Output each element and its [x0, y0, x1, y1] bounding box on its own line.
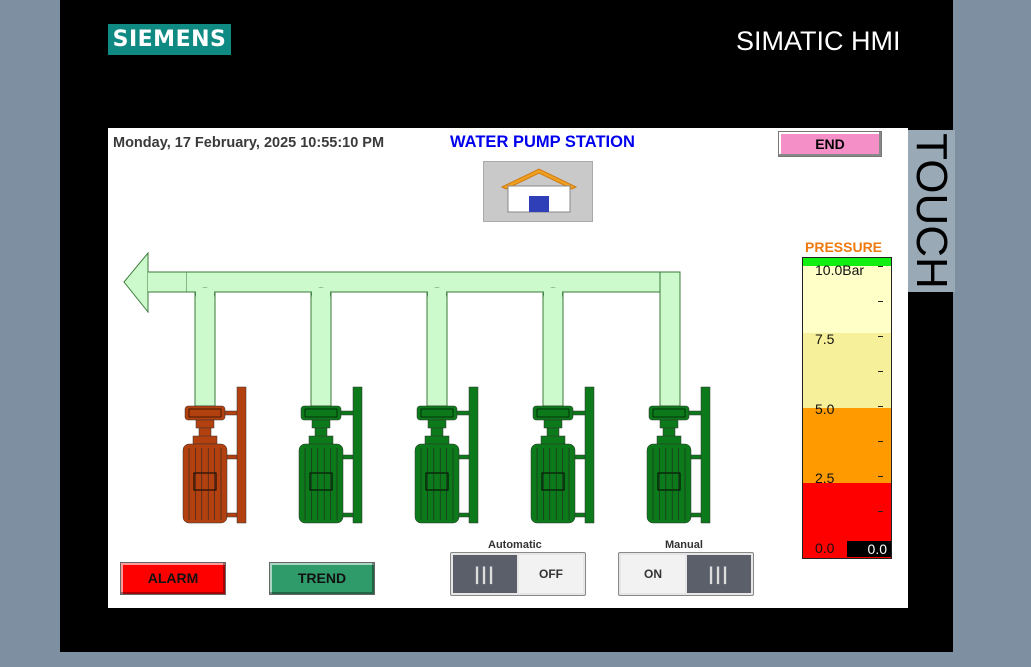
gauge-scale-label: 5.0	[815, 401, 835, 417]
gauge-tick	[878, 336, 883, 337]
pressure-value: 0.0	[847, 541, 891, 557]
pressure-label: PRESSURE	[805, 239, 883, 255]
pump-5	[646, 386, 711, 524]
manual-state: ON	[621, 555, 685, 593]
gauge-scale-label: 2.5	[815, 470, 835, 486]
toggle-knob-icon: |||	[453, 555, 517, 593]
pressure-gauge: 10.0Bar 7.5 5.0 2.5 0.0 0.0	[802, 257, 892, 559]
gauge-tick	[878, 441, 883, 442]
header-pipe	[169, 271, 681, 293]
home-icon	[500, 168, 578, 213]
home-button[interactable]	[483, 161, 593, 222]
flow-arrow-icon	[123, 251, 149, 314]
siemens-logo: SIEMENS	[108, 24, 231, 55]
end-button[interactable]: END	[778, 131, 882, 157]
riser-pipes	[194, 287, 564, 407]
gauge-scale-label: 0.0	[815, 540, 835, 556]
touch-side-label: TOUCH	[907, 130, 956, 292]
gauge-scale-label: 10.0Bar	[815, 262, 865, 278]
gauge-tick	[878, 511, 883, 512]
pump-1	[182, 386, 247, 524]
manual-caption: Manual	[665, 539, 703, 551]
alarm-button[interactable]: ALARM	[120, 562, 226, 595]
hmi-screen: Monday, 17 February, 2025 10:55:10 PM WA…	[108, 128, 908, 608]
page-title: WATER PUMP STATION	[450, 133, 635, 151]
gauge-scale-label: 7.5	[815, 331, 835, 347]
manual-toggle[interactable]: ON |||	[618, 552, 754, 596]
gauge-tick	[878, 266, 883, 267]
automatic-toggle[interactable]: ||| OFF	[450, 552, 586, 596]
gauge-tick	[878, 406, 883, 407]
pump-3	[414, 386, 479, 524]
hmi-model-label: SIMATIC HMI	[736, 26, 901, 56]
pump-4	[530, 386, 595, 524]
trend-button[interactable]: TREND	[269, 562, 375, 595]
gauge-tick	[878, 301, 883, 302]
automatic-state: OFF	[519, 555, 583, 593]
automatic-caption: Automatic	[488, 539, 542, 551]
toggle-knob-icon: |||	[687, 555, 751, 593]
pump-2	[298, 386, 363, 524]
gauge-tick	[878, 371, 883, 372]
datetime-display: Monday, 17 February, 2025 10:55:10 PM	[113, 135, 385, 151]
gauge-tick	[878, 476, 883, 477]
